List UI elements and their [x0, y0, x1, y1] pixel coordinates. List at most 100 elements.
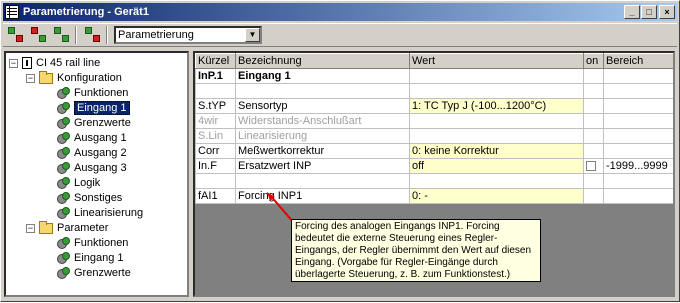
cell-wert[interactable]: [409, 128, 584, 144]
table-row[interactable]: fAI1 Forcing INP1 0: -: [195, 188, 673, 204]
close-button[interactable]: ×: [659, 5, 675, 19]
title-bar[interactable]: Parametrierung - Gerät1 _ □ ×: [3, 3, 677, 21]
tree-item[interactable]: Eingang 1: [43, 250, 124, 266]
cell-bezeichnung: Linearisierung: [235, 128, 410, 144]
gear-icon: [56, 267, 70, 279]
cell-on[interactable]: [583, 188, 604, 204]
tree-item-label: Ausgang 1: [74, 132, 127, 144]
cell-bezeichnung: [235, 173, 410, 189]
table-row[interactable]: Corr Meßwertkorrektur 0: keine Korrektur: [195, 143, 673, 159]
device-icon: [22, 57, 32, 69]
cell-bereich: [603, 113, 673, 129]
cell-wert[interactable]: [409, 83, 584, 99]
chevron-down-icon[interactable]: ▼: [245, 28, 260, 42]
cell-bezeichnung: Forcing INP1: [235, 188, 410, 204]
tree-item[interactable]: Logik: [43, 175, 100, 191]
col-header-bereich[interactable]: Bereich: [603, 53, 673, 69]
cell-bezeichnung: [235, 83, 410, 99]
tree-item[interactable]: Funktionen: [43, 85, 128, 101]
table-row[interactable]: InP.1 Eingang 1: [195, 68, 673, 84]
gear-icon: [56, 177, 70, 189]
tree-item-label: Ausgang 3: [74, 162, 127, 174]
tree-item-label: Logik: [74, 177, 101, 189]
tree-expander-icon[interactable]: −: [26, 223, 35, 233]
tree-item[interactable]: − Parameter: [26, 220, 108, 236]
cell-wert[interactable]: [409, 173, 584, 189]
table-row[interactable]: In.F Ersatzwert INP off -1999...9999: [195, 158, 673, 174]
gear-icon: [56, 87, 70, 99]
cell-on[interactable]: [583, 173, 604, 189]
cell-kuerzel: InP.1: [195, 68, 236, 84]
app-icon: [5, 5, 19, 19]
table-row[interactable]: S.tYP Sensortyp 1: TC Typ J (-100...1200°C…: [195, 98, 673, 114]
table-row[interactable]: [195, 173, 673, 189]
read-from-device-icon[interactable]: [29, 25, 49, 45]
main-window: Parametrierung - Gerät1 _ □ × Parametrie…: [0, 0, 680, 302]
cell-kuerzel: Corr: [195, 143, 236, 159]
cell-on[interactable]: [583, 143, 604, 159]
window-title: Parametrierung - Gerät1: [23, 6, 149, 18]
gear-icon: [56, 237, 70, 249]
table-row[interactable]: 4wir Widerstands-Anschlußart: [195, 113, 673, 129]
gear-icon: [56, 207, 70, 219]
cell-wert[interactable]: 0: keine Korrektur: [409, 143, 584, 159]
tree-item[interactable]: Grenzwerte: [43, 115, 131, 131]
compare-icon[interactable]: [52, 25, 72, 45]
tree-item[interactable]: Ausgang 3: [43, 160, 127, 176]
cell-on[interactable]: [583, 68, 604, 84]
tree-item[interactable]: Sonstiges: [43, 190, 122, 206]
cell-wert[interactable]: [409, 113, 584, 129]
cell-wert[interactable]: 0: -: [409, 188, 584, 204]
send-to-device-icon[interactable]: [6, 25, 26, 45]
cell-bereich: -1999...9999: [603, 158, 673, 174]
tree-item-label: Ausgang 2: [74, 147, 127, 159]
minimize-button[interactable]: _: [624, 5, 640, 19]
cell-kuerzel: S.tYP: [195, 98, 236, 114]
settings-icon[interactable]: [83, 25, 103, 45]
col-header-wert[interactable]: Wert: [409, 53, 584, 69]
tree-item[interactable]: Linearisierung: [43, 205, 143, 221]
cell-on[interactable]: [583, 158, 604, 174]
tree-expander-icon[interactable]: −: [9, 58, 18, 68]
col-header-on[interactable]: on: [583, 53, 604, 69]
cell-on[interactable]: [583, 113, 604, 129]
tree-item-label: Linearisierung: [74, 207, 144, 219]
tree-item[interactable]: Ausgang 1: [43, 130, 127, 146]
cell-kuerzel: fAI1: [195, 188, 236, 204]
table-row[interactable]: [195, 83, 673, 99]
gear-icon: [56, 117, 70, 129]
parameter-tree[interactable]: − CI 45 rail line − Konfiguration Funktionen…: [4, 51, 189, 297]
cell-on[interactable]: [583, 83, 604, 99]
cell-bereich: [603, 188, 673, 204]
tree-item[interactable]: − Konfiguration: [26, 70, 122, 86]
cell-on[interactable]: [583, 98, 604, 114]
tree-item-label: Konfiguration: [57, 72, 122, 84]
table-row[interactable]: S.Lin Linearisierung: [195, 128, 673, 144]
gear-icon: [56, 192, 70, 204]
col-header-bezeichnung[interactable]: Bezeichnung: [235, 53, 410, 69]
tree-item-label: Funktionen: [74, 237, 129, 249]
cell-wert[interactable]: 1: TC Typ J (-100...1200°C): [409, 98, 584, 114]
tree-item-label: Grenzwerte: [74, 117, 131, 129]
maximize-button[interactable]: □: [641, 5, 657, 19]
on-checkbox[interactable]: [586, 161, 596, 172]
tree-item[interactable]: Grenzwerte: [43, 265, 131, 281]
tree-item-label: Grenzwerte: [74, 267, 131, 279]
col-header-kuerzel[interactable]: Kürzel: [195, 53, 236, 69]
tree-item[interactable]: − CI 45 rail line: [9, 55, 100, 71]
cell-on[interactable]: [583, 128, 604, 144]
tree-expander-icon[interactable]: −: [26, 73, 35, 83]
view-mode-select[interactable]: Parametrierung ▼: [114, 26, 262, 44]
cell-bereich: [603, 68, 673, 84]
cell-wert[interactable]: off: [409, 158, 584, 174]
gear-icon: [56, 102, 70, 114]
gear-icon: [56, 147, 70, 159]
folder-icon: [39, 220, 53, 234]
cell-bezeichnung: Eingang 1: [235, 68, 410, 84]
cell-wert[interactable]: [409, 68, 584, 84]
tree-item[interactable]: Funktionen: [43, 235, 128, 251]
folder-icon: [39, 70, 53, 84]
tree-item[interactable]: Eingang 1: [43, 100, 130, 116]
cell-bezeichnung: Sensortyp: [235, 98, 410, 114]
tree-item[interactable]: Ausgang 2: [43, 145, 127, 161]
